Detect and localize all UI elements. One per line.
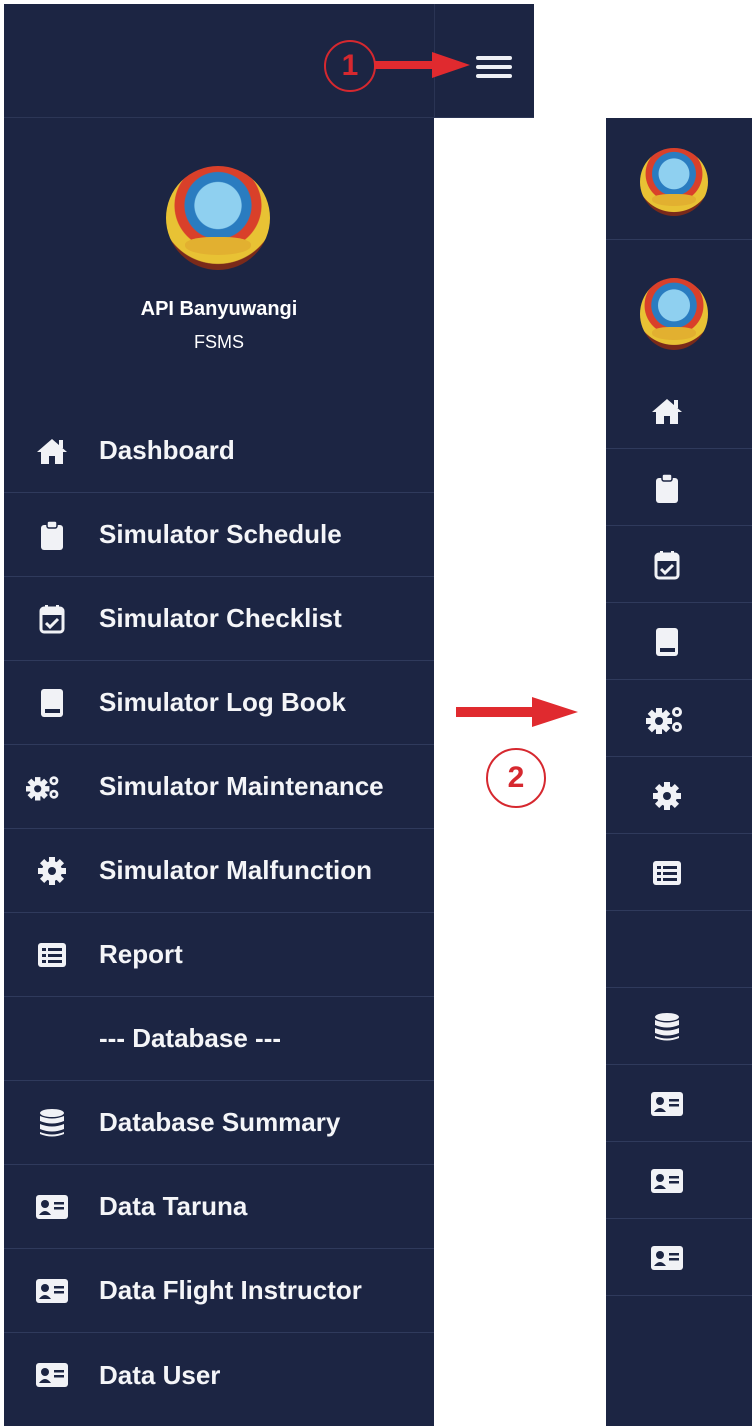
- id-card-icon: [34, 1276, 70, 1306]
- sidebar-section-database: --- Database ---: [4, 997, 434, 1081]
- sidebar-item-simulator-malfunction[interactable]: Simulator Malfunction: [4, 829, 434, 913]
- sidebar-item-report[interactable]: Report: [4, 913, 434, 997]
- collapsed-item-report[interactable]: [606, 834, 752, 911]
- sidebar-item-label: Simulator Checklist: [99, 603, 342, 633]
- database-icon: [34, 1108, 70, 1138]
- collapsed-item-simulator-log-book[interactable]: [606, 603, 752, 680]
- sidebar-item-label: Simulator Schedule: [99, 519, 342, 549]
- sidebar-item-label: Data Taruna: [99, 1191, 248, 1221]
- step-2-callout: 2: [486, 748, 546, 808]
- step-1-callout: 1: [324, 40, 376, 92]
- book-icon: [34, 688, 70, 718]
- brand-subtitle: FSMS: [193, 332, 244, 352]
- collapsed-item-database-summary[interactable]: [606, 988, 752, 1065]
- sidebar-item-data-taruna[interactable]: Data Taruna: [4, 1165, 434, 1249]
- sidebar-item-dashboard[interactable]: Dashboard: [4, 409, 434, 493]
- sidebar-item-label: Simulator Log Book: [99, 687, 346, 717]
- step-2-arrow: [456, 697, 578, 727]
- sidebar-item-label: Data User: [99, 1359, 221, 1390]
- sidebar-item-database-summary[interactable]: Database Summary: [4, 1081, 434, 1165]
- list-icon: [34, 940, 70, 970]
- id-card-icon: [34, 1192, 70, 1222]
- sidebar-item-data-user[interactable]: Data User: [4, 1333, 434, 1417]
- hamburger-icon[interactable]: [476, 56, 512, 78]
- sidebar-item-simulator-schedule[interactable]: Simulator Schedule: [4, 493, 434, 577]
- collapsed-item-simulator-malfunction[interactable]: [606, 757, 752, 834]
- cogs-icon: [26, 772, 62, 802]
- sidebar-item-simulator-log-book[interactable]: Simulator Log Book: [4, 661, 434, 745]
- book-icon: [650, 627, 684, 657]
- brand-logo-small: [640, 278, 708, 350]
- database-icon: [650, 1012, 684, 1042]
- sidebar-collapsed: [606, 118, 752, 1426]
- sidebar-item-label: Simulator Malfunction: [99, 855, 372, 885]
- id-card-icon: [650, 1166, 684, 1196]
- calendar-check-icon: [34, 604, 70, 634]
- sidebar-item-label: Dashboard: [99, 435, 235, 465]
- section-header-label: --- Database ---: [99, 1023, 282, 1053]
- collapsed-item-simulator-schedule[interactable]: [606, 449, 752, 526]
- sidebar-item-label: Data Flight Instructor: [99, 1275, 362, 1305]
- collapsed-section-database: [606, 911, 752, 988]
- sidebar-expanded: API Banyuwangi FSMS Dashboard Simulator …: [4, 118, 434, 1426]
- sidebar-item-label: Report: [99, 939, 183, 969]
- id-card-icon: [650, 1243, 684, 1273]
- collapsed-item-simulator-maintenance[interactable]: [606, 680, 752, 757]
- sidebar-item-simulator-maintenance[interactable]: Simulator Maintenance: [4, 745, 434, 829]
- sidebar-item-data-flight-instructor[interactable]: Data Flight Instructor: [4, 1249, 434, 1333]
- calendar-check-icon: [650, 550, 684, 580]
- step-1-arrow: [374, 52, 470, 78]
- clipboard-icon: [34, 519, 70, 550]
- collapsed-item-dashboard[interactable]: [606, 372, 752, 449]
- collapsed-item-data-taruna[interactable]: [606, 1065, 752, 1142]
- id-card-icon: [650, 1089, 684, 1119]
- collapsed-brand-header: [606, 118, 752, 240]
- collapsed-item-simulator-checklist[interactable]: [606, 526, 752, 603]
- home-icon: [34, 436, 70, 466]
- sidebar-item-label: Simulator Maintenance: [99, 771, 384, 801]
- brand-name: API Banyuwangi: [140, 298, 298, 320]
- id-card-icon: [34, 1360, 70, 1390]
- sidebar-item-simulator-checklist[interactable]: Simulator Checklist: [4, 577, 434, 661]
- collapsed-item-data-user[interactable]: [606, 1219, 752, 1296]
- cog-icon: [34, 856, 70, 886]
- cogs-icon: [646, 704, 686, 734]
- clipboard-icon: [650, 473, 684, 503]
- brand-logo: [166, 166, 270, 270]
- list-icon: [650, 858, 684, 888]
- brand-logo: [640, 148, 708, 216]
- cog-icon: [650, 781, 684, 811]
- sidebar-item-label: Database Summary: [99, 1107, 341, 1137]
- collapsed-item-data-flight-instructor[interactable]: [606, 1142, 752, 1219]
- home-icon: [650, 396, 684, 426]
